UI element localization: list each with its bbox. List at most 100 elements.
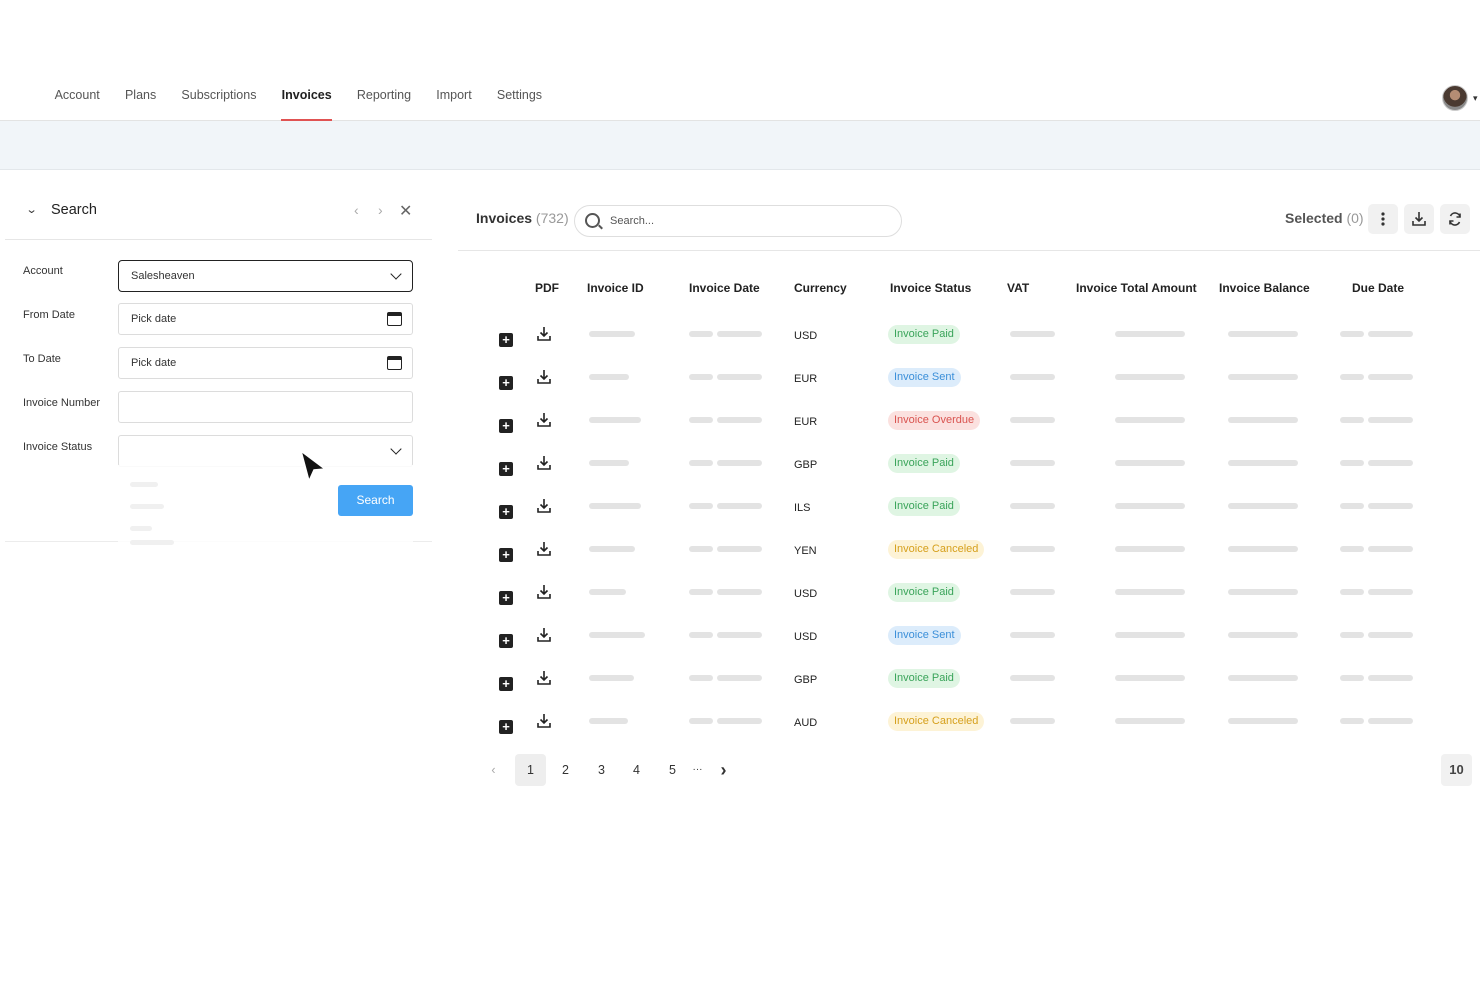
tab-reporting[interactable]: Reporting: [344, 80, 423, 121]
loading-placeholder: [1010, 460, 1055, 466]
column-header-invoice-balance[interactable]: Invoice Balance: [1219, 281, 1310, 295]
loading-placeholder: [717, 632, 762, 638]
table-row[interactable]: + GBP Invoice Paid: [458, 449, 1480, 492]
loading-placeholder: [689, 632, 713, 638]
loading-placeholder: [1228, 546, 1298, 552]
page-1-button[interactable]: 1: [515, 754, 546, 786]
invoice-number-field[interactable]: [118, 391, 413, 423]
expand-row-icon[interactable]: +: [499, 720, 513, 734]
loading-placeholder: [1368, 675, 1413, 681]
calendar-icon[interactable]: [387, 356, 402, 370]
loading-placeholder: [689, 675, 713, 681]
loading-placeholder: [717, 460, 762, 466]
pdf-download-icon[interactable]: [536, 627, 552, 643]
column-header-vat[interactable]: VAT: [1007, 281, 1029, 295]
page-3-button[interactable]: 3: [586, 754, 617, 786]
expand-row-icon[interactable]: +: [499, 505, 513, 519]
invoice-status-select[interactable]: [118, 435, 413, 467]
account-select[interactable]: Salesheaven: [118, 260, 413, 292]
to-date-placeholder: Pick date: [131, 357, 177, 369]
chevron-down-icon[interactable]: ⌄: [26, 203, 38, 216]
table-row[interactable]: + USD Invoice Paid: [458, 578, 1480, 621]
refresh-button[interactable]: [1440, 204, 1470, 234]
status-badge: Invoice Paid: [888, 583, 960, 602]
column-header-due-date[interactable]: Due Date: [1352, 281, 1404, 295]
table-row[interactable]: + EUR Invoice Overdue: [458, 406, 1480, 449]
table-row[interactable]: + EUR Invoice Sent: [458, 363, 1480, 406]
tab-account[interactable]: Account: [42, 80, 112, 121]
page-2-button[interactable]: 2: [550, 754, 581, 786]
expand-row-icon[interactable]: +: [499, 548, 513, 562]
column-header-invoice-status[interactable]: Invoice Status: [890, 281, 971, 295]
chevron-right-icon[interactable]: ›: [378, 202, 383, 218]
invoices-search-input[interactable]: Search...: [574, 205, 902, 237]
from-date-field[interactable]: Pick date: [118, 303, 413, 335]
column-header-invoice-date[interactable]: Invoice Date: [689, 281, 760, 295]
loading-placeholder: [1115, 331, 1185, 337]
loading-placeholder: [689, 589, 713, 595]
expand-row-icon[interactable]: +: [499, 634, 513, 648]
expand-row-icon[interactable]: +: [499, 677, 513, 691]
from-date-label: From Date: [23, 309, 75, 321]
search-button[interactable]: Search: [338, 485, 413, 516]
chevron-down-icon: [390, 443, 402, 455]
mouse-cursor-icon: [299, 449, 328, 483]
avatar[interactable]: [1442, 85, 1468, 111]
expand-row-icon[interactable]: +: [499, 333, 513, 347]
table-row[interactable]: + AUD Invoice Canceled: [458, 707, 1480, 750]
loading-placeholder: [1368, 718, 1413, 724]
pdf-download-icon[interactable]: [536, 369, 552, 385]
tab-import[interactable]: Import: [424, 80, 485, 121]
table-row[interactable]: + YEN Invoice Canceled: [458, 535, 1480, 578]
rows-per-page-select[interactable]: 10: [1441, 754, 1472, 786]
calendar-icon[interactable]: [387, 312, 402, 326]
loading-placeholder: [689, 718, 713, 724]
column-header-currency[interactable]: Currency: [794, 281, 847, 295]
chevron-left-icon[interactable]: ‹: [354, 202, 359, 218]
expand-row-icon[interactable]: +: [499, 462, 513, 476]
more-options-button[interactable]: [1368, 204, 1398, 234]
column-header-pdf[interactable]: PDF: [535, 281, 559, 295]
pdf-download-icon[interactable]: [536, 584, 552, 600]
expand-row-icon[interactable]: +: [499, 419, 513, 433]
info-banner: [0, 121, 1480, 170]
tab-subscriptions[interactable]: Subscriptions: [169, 80, 269, 121]
loading-placeholder: [717, 503, 762, 509]
pdf-download-icon[interactable]: [536, 498, 552, 514]
pdf-download-icon[interactable]: [536, 670, 552, 686]
status-badge: Invoice Paid: [888, 497, 960, 516]
currency-cell: ILS: [794, 502, 811, 514]
caret-down-icon[interactable]: ▾: [1473, 93, 1478, 104]
export-button[interactable]: [1404, 204, 1434, 234]
column-header-invoice-id[interactable]: Invoice ID: [587, 281, 644, 295]
tab-plans[interactable]: Plans: [112, 80, 168, 121]
table-row[interactable]: + ILS Invoice Paid: [458, 492, 1480, 535]
status-badge: Invoice Overdue: [888, 411, 981, 430]
tab-invoices[interactable]: Invoices: [269, 80, 344, 121]
column-header-invoice-total-amount[interactable]: Invoice Total Amount: [1076, 281, 1197, 295]
currency-cell: USD: [794, 588, 818, 600]
prev-page-icon[interactable]: ‹: [478, 754, 509, 786]
expand-row-icon[interactable]: +: [499, 591, 513, 605]
main-tabs: Account Plans Subscriptions Invoices Rep…: [42, 80, 555, 121]
table-row[interactable]: + USD Invoice Paid: [458, 320, 1480, 363]
close-icon[interactable]: ✕: [399, 201, 412, 221]
expand-row-icon[interactable]: +: [499, 376, 513, 390]
table-row[interactable]: + GBP Invoice Paid: [458, 664, 1480, 707]
pdf-download-icon[interactable]: [536, 713, 552, 729]
tab-settings[interactable]: Settings: [484, 80, 554, 121]
loading-placeholder: [1340, 331, 1364, 337]
loading-placeholder: [1368, 374, 1413, 380]
invoices-title: Invoices (732): [476, 210, 569, 226]
pdf-download-icon[interactable]: [536, 412, 552, 428]
page-4-button[interactable]: 4: [621, 754, 652, 786]
to-date-field[interactable]: Pick date: [118, 347, 413, 379]
loading-placeholder: [689, 331, 713, 337]
pdf-download-icon[interactable]: [536, 326, 552, 342]
next-page-icon[interactable]: ›: [708, 754, 739, 786]
pdf-download-icon[interactable]: [536, 541, 552, 557]
table-row[interactable]: + USD Invoice Sent: [458, 621, 1480, 664]
pdf-download-icon[interactable]: [536, 455, 552, 471]
loading-placeholder: [717, 374, 762, 380]
loading-placeholder: [1340, 417, 1364, 423]
